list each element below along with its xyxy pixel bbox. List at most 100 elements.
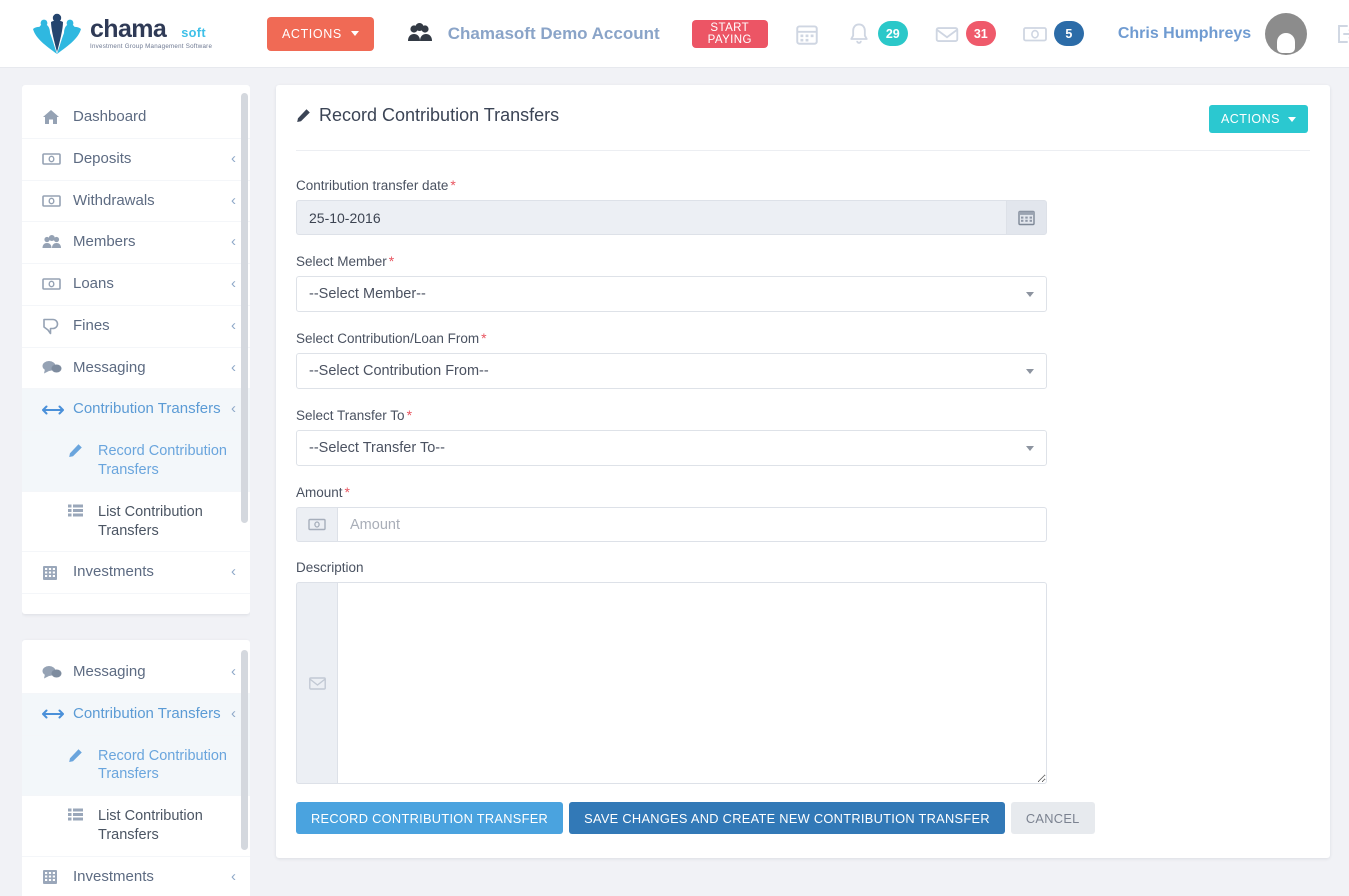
cancel-button[interactable]: CANCEL	[1010, 802, 1095, 834]
logout-icon[interactable]	[1333, 22, 1349, 46]
brand-name-part2: soft	[181, 25, 206, 40]
money-icon	[308, 518, 326, 531]
sidebar-item-members[interactable]: Members ‹	[22, 222, 250, 264]
chevron-left-icon: ‹	[231, 563, 236, 581]
select-contribution-from-value: --Select Contribution From--	[309, 363, 489, 379]
field-label: Description	[296, 560, 1330, 575]
field-description: Description	[296, 560, 1330, 784]
notifications-button[interactable]: 29	[846, 21, 908, 47]
sidebar-subitem-label: Record Contribution Transfers	[98, 443, 227, 478]
chevron-left-icon: ‹	[231, 316, 236, 334]
sidebar-scrollbar[interactable]	[241, 93, 248, 523]
save-and-create-new-button[interactable]: SAVE CHANGES AND CREATE NEW CONTRIBUTION…	[569, 802, 1005, 834]
field-label-text: Contribution transfer date	[296, 178, 449, 193]
field-label: Contribution transfer date *	[296, 177, 1330, 193]
calendar-icon	[1018, 210, 1035, 226]
select-transfer-to-dropdown[interactable]: --Select Transfer To--	[296, 430, 1047, 466]
field-label-text: Select Contribution/Loan From	[296, 331, 480, 346]
required-marker: *	[344, 484, 350, 500]
money-icon	[42, 194, 64, 208]
field-label: Select Contribution/Loan From *	[296, 330, 1330, 346]
pencil-icon	[68, 748, 90, 769]
sidebar-subitem-list-contribution-transfers-2[interactable]: List Contribution Transfers	[22, 796, 250, 857]
page-title: Record Contribution Transfers	[296, 105, 559, 126]
field-select-member: Select Member * --Select Member--	[296, 253, 1330, 312]
sidebar-item-contribution-transfers[interactable]: Contribution Transfers ‹	[22, 389, 250, 431]
field-label: Select Member *	[296, 253, 1330, 269]
chevron-left-icon: ‹	[231, 663, 236, 680]
sidebar-item-deposits[interactable]: Deposits ‹	[22, 139, 250, 181]
chevron-left-icon: ‹	[231, 358, 236, 376]
required-marker: *	[481, 330, 487, 346]
sidebar-item-investments-2[interactable]: Investments ‹	[22, 857, 250, 896]
chevron-left-icon: ‹	[231, 275, 236, 292]
chevron-left-icon: ‹	[231, 704, 236, 722]
field-label-text: Amount	[296, 485, 343, 500]
thumbs-down-icon	[42, 318, 64, 335]
start-paying-button[interactable]: START PAYING	[691, 19, 768, 48]
payments-badge: 5	[1053, 21, 1084, 46]
field-contribution-from: Select Contribution/Loan From * --Select…	[296, 330, 1330, 389]
contribution-transfer-form: Contribution transfer date * Select Memb…	[276, 151, 1330, 834]
field-label-text: Select Member	[296, 254, 387, 269]
sidebar-item-label: Contribution Transfers	[73, 400, 221, 418]
chevron-left-icon: ‹	[231, 149, 236, 167]
sidebar-item-fines[interactable]: Fines ‹	[22, 306, 250, 348]
select-member-dropdown[interactable]: --Select Member--	[296, 276, 1047, 312]
amount-addon	[296, 507, 337, 542]
date-picker-button[interactable]	[1006, 200, 1047, 235]
envelope-icon	[308, 676, 326, 690]
sidebar-item-dashboard[interactable]: Dashboard	[22, 97, 250, 139]
arrows-h-icon	[42, 708, 64, 720]
sidebar-subitem-record-contribution-transfers[interactable]: Record Contribution Transfers	[22, 431, 250, 492]
pencil-icon	[297, 109, 310, 122]
calendar-icon	[796, 24, 818, 45]
field-label-text: Description	[296, 560, 364, 575]
top-navigation-bar: chama soft Investment Group Management So…	[0, 0, 1349, 68]
sidebar-item-contribution-transfers-2[interactable]: Contribution Transfers ‹	[22, 693, 250, 736]
chevron-down-icon	[350, 31, 359, 36]
messages-button[interactable]: 31	[934, 21, 996, 47]
record-contribution-transfer-button[interactable]: RECORD CONTRIBUTION TRANSFER	[296, 802, 564, 834]
sidebar-subitem-list-contribution-transfers[interactable]: List Contribution Transfers	[22, 492, 250, 553]
content-actions-button[interactable]: ACTIONS	[1208, 105, 1308, 133]
user-name[interactable]: Chris Humphreys	[1118, 25, 1251, 43]
select-contribution-from-dropdown[interactable]: --Select Contribution From--	[296, 353, 1047, 389]
account-name[interactable]: Chamasoft Demo Account	[448, 24, 660, 44]
description-input-group	[296, 582, 1047, 784]
page-title-text: Record Contribution Transfers	[319, 105, 560, 125]
sidebar-item-label: Deposits	[73, 149, 132, 167]
sidebar-subitem-label: List Contribution Transfers	[98, 808, 203, 844]
pencil-icon	[68, 443, 90, 464]
date-input-group	[296, 200, 1047, 235]
amount-input[interactable]	[337, 507, 1047, 542]
sidebar-item-messaging-2[interactable]: Messaging ‹	[22, 652, 250, 694]
sidebar-item-messaging[interactable]: Messaging ‹	[22, 348, 250, 390]
calendar-button[interactable]	[794, 21, 820, 47]
payments-button[interactable]: 5	[1022, 21, 1084, 47]
brand-wordmark: chama soft	[90, 17, 221, 42]
home-icon	[42, 109, 64, 125]
required-marker: *	[406, 407, 413, 423]
transfer-date-input[interactable]	[296, 200, 1006, 235]
chat-icon	[42, 360, 64, 375]
brand-tagline: Investment Group Management Software	[90, 43, 213, 50]
sidebar-item-label: Investments	[73, 563, 154, 581]
sidebar-item-loans[interactable]: Loans ‹	[22, 264, 250, 306]
building-icon	[42, 869, 64, 885]
sidebar-item-investments[interactable]: Investments ‹	[22, 552, 250, 595]
group-icon	[407, 22, 432, 41]
list-icon	[68, 808, 90, 827]
sidebar-item-withdrawals[interactable]: Withdrawals ‹	[22, 181, 250, 223]
building-icon	[42, 565, 64, 581]
top-actions-label: ACTIONS	[282, 26, 342, 41]
messages-badge: 31	[965, 21, 996, 46]
description-textarea[interactable]	[337, 582, 1047, 784]
top-actions-button[interactable]: ACTIONS	[267, 16, 374, 51]
sidebar-subitem-record-contribution-transfers-2[interactable]: Record Contribution Transfers	[22, 735, 250, 797]
brand-logo[interactable]: chama soft Investment Group Management So…	[28, 11, 212, 57]
field-transfer-to: Select Transfer To * --Select Transfer T…	[296, 407, 1330, 466]
avatar[interactable]	[1265, 12, 1308, 55]
chevron-left-icon: ‹	[231, 191, 236, 209]
sidebar-scrollbar-2[interactable]	[241, 650, 248, 850]
